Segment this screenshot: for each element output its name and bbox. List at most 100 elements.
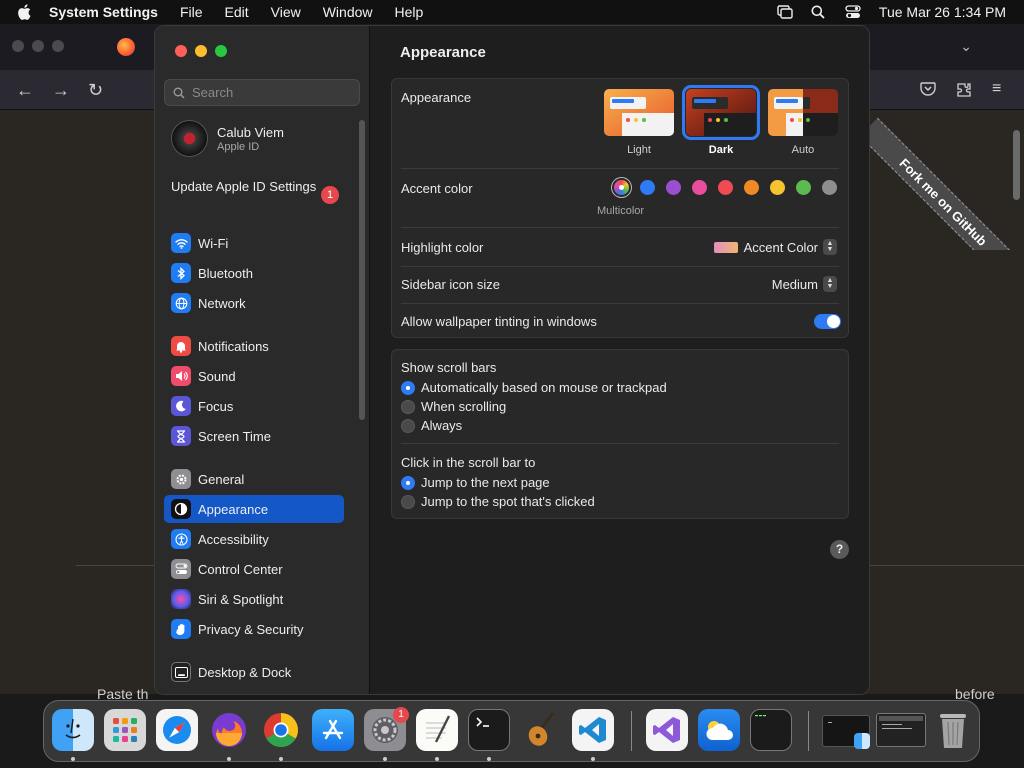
click-spot-radio[interactable]: Jump to the spot that's clicked <box>401 494 595 509</box>
click-next-page-radio[interactable]: Jump to the next page <box>401 475 550 490</box>
launchpad-icon[interactable] <box>104 709 146 751</box>
scroll-when-scrolling-radio[interactable]: When scrolling <box>401 399 506 414</box>
spotlight-search-icon[interactable] <box>811 5 827 19</box>
scroll-bar-settings-group: Show scroll bars Automatically based on … <box>391 349 849 519</box>
menu-edit[interactable]: Edit <box>214 4 260 20</box>
menu-clock[interactable]: Tue Mar 26 1:34 PM <box>879 4 1006 20</box>
firefox-icon[interactable] <box>208 709 250 751</box>
scroll-auto-radio[interactable]: Automatically based on mouse or trackpad <box>401 380 667 395</box>
wifi-icon <box>171 233 191 253</box>
extensions-icon[interactable] <box>956 82 972 101</box>
terminal-icon[interactable] <box>468 709 510 751</box>
github-ribbon-label[interactable]: Fork me on GitHub <box>866 117 1016 250</box>
bell-icon <box>171 336 191 356</box>
accent-orange-swatch[interactable] <box>744 180 759 195</box>
sidebar-item-screen-time[interactable]: Screen Time <box>164 422 344 450</box>
control-center-menu-icon[interactable] <box>845 5 861 19</box>
running-indicator <box>227 757 231 761</box>
chrome-icon[interactable] <box>260 709 302 751</box>
accent-multicolor-swatch[interactable] <box>614 180 629 195</box>
highlight-color-label: Highlight color <box>401 240 484 255</box>
sidebar-item-siri-spotlight[interactable]: Siri & Spotlight <box>164 585 344 613</box>
sidebar-item-network[interactable]: Network <box>164 289 344 317</box>
theme-light-thumbnail[interactable] <box>604 89 674 136</box>
sidebar-item-label: Privacy & Security <box>198 621 304 637</box>
divider <box>401 168 839 169</box>
hourglass-icon <box>171 426 191 446</box>
hamburger-menu-icon[interactable]: ≡ <box>992 80 1001 98</box>
menu-window[interactable]: Window <box>312 4 384 20</box>
accent-pink-swatch[interactable] <box>692 180 707 195</box>
sidebar-item-wifi[interactable]: Wi-Fi <box>164 229 344 257</box>
minimized-terminal-icon[interactable] <box>876 713 926 747</box>
sidebar-item-desktop-dock[interactable]: Desktop & Dock <box>164 658 344 686</box>
finder-icon[interactable] <box>52 709 94 751</box>
forward-arrow-icon[interactable]: → <box>52 80 70 101</box>
trash-icon[interactable] <box>932 709 974 751</box>
sidebar-item-general[interactable]: General <box>164 465 344 493</box>
sidebar-item-bluetooth[interactable]: Bluetooth <box>164 259 344 287</box>
zoom-button[interactable] <box>215 45 227 57</box>
close-button[interactable] <box>175 45 187 57</box>
garageband-icon[interactable] <box>520 709 562 751</box>
highlight-swatch <box>713 241 738 253</box>
sidebar-item-privacy-security[interactable]: Privacy & Security <box>164 615 344 643</box>
theme-light-label[interactable]: Light <box>604 144 674 156</box>
divider <box>401 303 839 304</box>
reload-icon[interactable]: ↻ <box>88 80 103 101</box>
sidebar-scrollbar[interactable] <box>359 120 365 420</box>
system-settings-window: Search Calub Viem Apple ID Update Apple … <box>154 25 870 695</box>
vscode-icon[interactable] <box>572 709 614 751</box>
textedit-icon[interactable] <box>416 709 458 751</box>
menu-help[interactable]: Help <box>384 4 435 20</box>
sidebar-search-input[interactable]: Search <box>164 79 360 106</box>
github-ribbon[interactable]: Fork me on GitHub <box>866 100 1016 250</box>
help-button[interactable]: ? <box>830 540 849 559</box>
sidebar-item-label: Screen Time <box>198 428 271 444</box>
accent-red-swatch[interactable] <box>718 180 733 195</box>
sidebar-icon-size-popup[interactable]: Medium ▲ ▼ <box>772 276 837 292</box>
highlight-color-popup[interactable]: Accent Color ▲ ▼ <box>713 239 837 255</box>
theme-auto-label[interactable]: Auto <box>768 144 838 156</box>
browser-window-controls[interactable] <box>12 40 64 52</box>
accent-green-swatch[interactable] <box>796 180 811 195</box>
back-arrow-icon[interactable]: ← <box>16 80 34 101</box>
radio-dot <box>401 380 415 395</box>
menu-file[interactable]: File <box>169 4 214 20</box>
theme-auto-thumbnail[interactable] <box>768 89 838 136</box>
multicolor-label: Multicolor <box>597 205 645 217</box>
safari-icon[interactable] <box>156 709 198 751</box>
weather-icon[interactable] <box>698 709 740 751</box>
minimize-button[interactable] <box>195 45 207 57</box>
theme-dark-label[interactable]: Dark <box>686 144 756 156</box>
sidebar-icon-size-label: Sidebar icon size <box>401 277 500 292</box>
console-icon[interactable] <box>750 709 792 751</box>
menu-view[interactable]: View <box>260 4 312 20</box>
menu-bar: System Settings File Edit View Window He… <box>0 0 1024 24</box>
sidebar-item-accessibility[interactable]: Accessibility <box>164 525 344 553</box>
running-indicator <box>383 757 387 761</box>
apple-menu-icon[interactable] <box>10 0 38 24</box>
accent-purple-swatch[interactable] <box>666 180 681 195</box>
visual-studio-icon[interactable] <box>646 709 688 751</box>
tab-list-chevron-icon[interactable]: ⌄ <box>960 38 972 55</box>
sidebar-item-appearance[interactable]: Appearance <box>164 495 344 523</box>
accent-yellow-swatch[interactable] <box>770 180 785 195</box>
accent-graphite-swatch[interactable] <box>822 180 837 195</box>
sidebar-item-notifications[interactable]: Notifications <box>164 332 344 360</box>
wallpaper-tinting-toggle[interactable] <box>814 314 841 329</box>
scroll-always-radio[interactable]: Always <box>401 418 462 433</box>
sidebar-item-focus[interactable]: Focus <box>164 392 344 420</box>
sidebar-item-sound[interactable]: Sound <box>164 362 344 390</box>
accent-blue-swatch[interactable] <box>640 180 655 195</box>
control-center-icon <box>171 559 191 579</box>
apple-id-row[interactable]: Calub Viem Apple ID <box>171 120 284 157</box>
menu-app-name[interactable]: System Settings <box>38 4 169 20</box>
screen-mirroring-icon[interactable] <box>777 5 793 19</box>
app-store-icon[interactable] <box>312 709 354 751</box>
pocket-icon[interactable] <box>920 82 936 99</box>
theme-dark-thumbnail[interactable] <box>682 85 760 140</box>
firefox-tab-icon[interactable] <box>117 38 135 56</box>
accent-color-label: Accent color <box>401 181 473 196</box>
sidebar-item-control-center[interactable]: Control Center <box>164 555 344 583</box>
